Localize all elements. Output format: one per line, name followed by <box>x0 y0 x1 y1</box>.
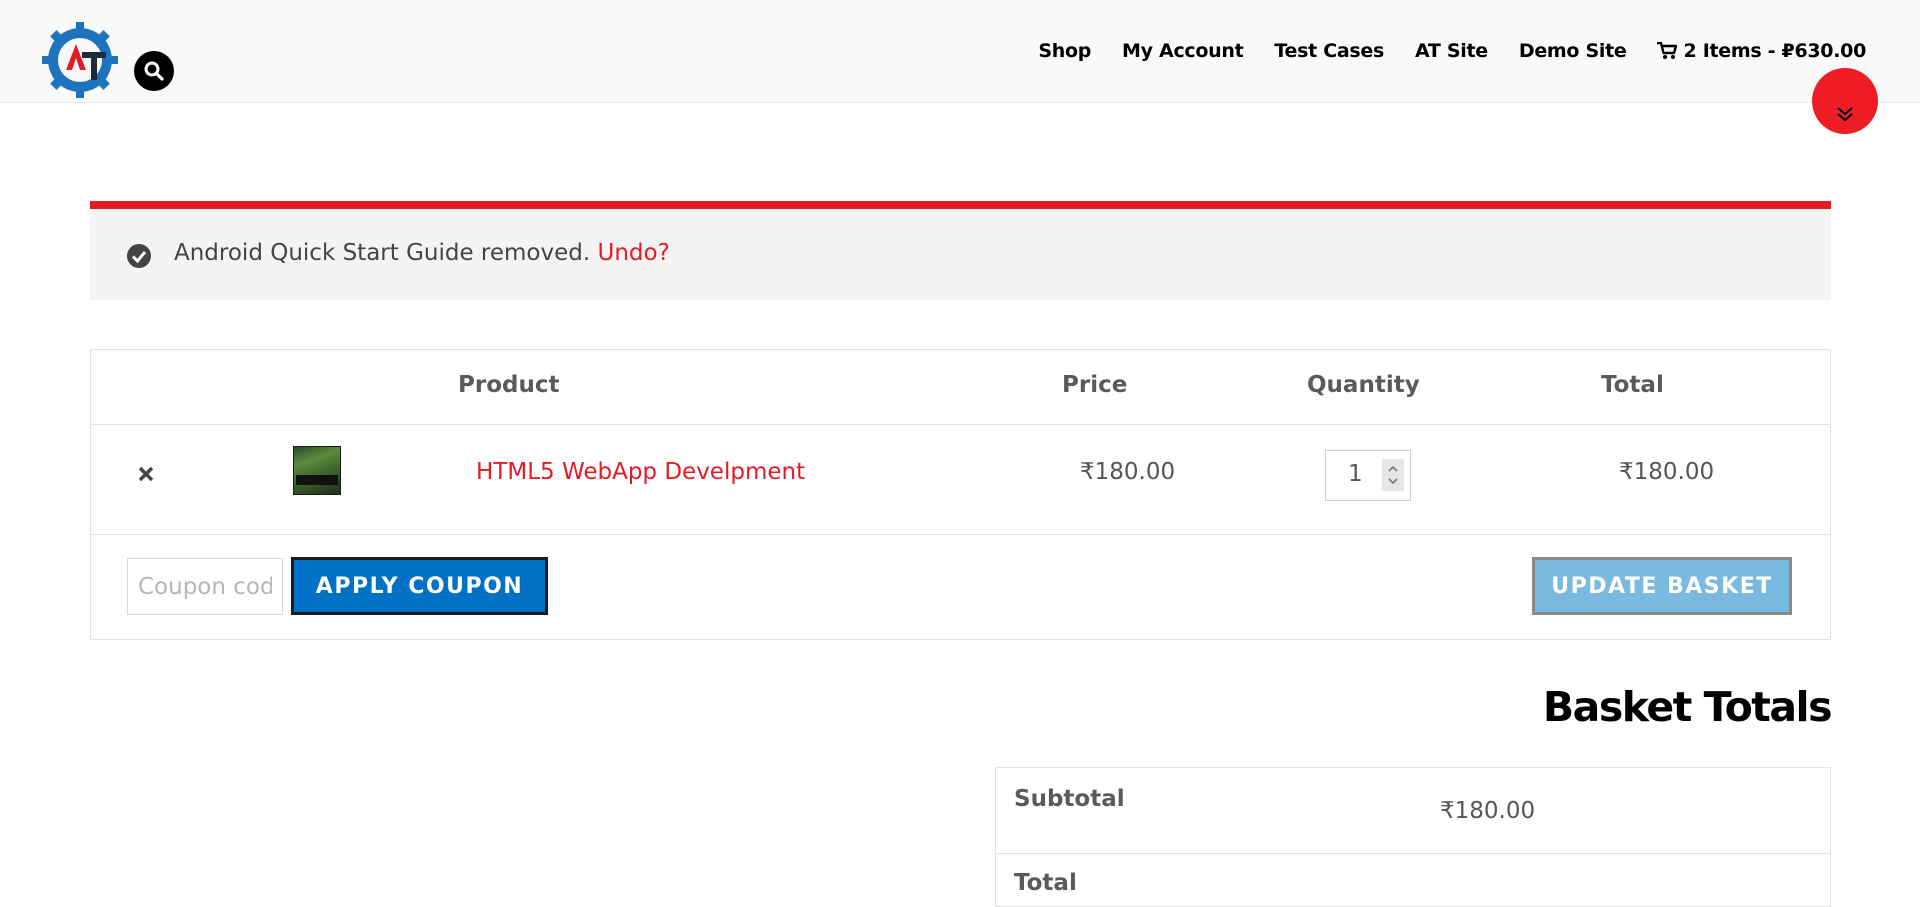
coupon-input[interactable] <box>127 558 283 615</box>
header-total: Total <box>1601 372 1664 398</box>
cart-actions-row: APPLY COUPON UPDATE BASKET <box>91 534 1830 641</box>
double-chevron-down-icon <box>1837 107 1853 122</box>
cart-summary: 2 Items - ₽630.00 <box>1683 40 1866 62</box>
update-basket-button[interactable]: UPDATE BASKET <box>1532 557 1792 615</box>
apply-coupon-button[interactable]: APPLY COUPON <box>291 557 548 615</box>
search-button[interactable] <box>134 51 174 91</box>
site-header: Shop My Account Test Cases AT Site Demo … <box>0 0 1920 103</box>
scroll-toggle-button[interactable] <box>1812 68 1878 134</box>
header-quantity: Quantity <box>1307 372 1420 398</box>
notice-text: Android Quick Start Guide removed. <box>174 240 591 266</box>
cart-item-row: HTML5 WebApp Develpment ₹180.00 1 ₹180.0… <box>91 424 1830 535</box>
main-nav: Shop My Account Test Cases AT Site Demo … <box>1038 40 1866 62</box>
nav-shop[interactable]: Shop <box>1038 40 1091 62</box>
item-price: ₹180.00 <box>1080 459 1176 485</box>
product-thumbnail[interactable] <box>293 446 341 495</box>
cart-table: Product Price Quantity Total HTML5 WebAp… <box>90 349 1831 640</box>
nav-test-cases[interactable]: Test Cases <box>1274 40 1384 62</box>
check-circle-icon <box>127 244 151 268</box>
subtotal-label: Subtotal <box>1014 786 1125 812</box>
removed-notice: Android Quick Start Guide removed. Undo? <box>90 201 1831 300</box>
nav-demo-site[interactable]: Demo Site <box>1519 40 1627 62</box>
search-icon <box>144 61 164 81</box>
cart-icon <box>1657 42 1678 59</box>
nav-at-site[interactable]: AT Site <box>1415 40 1488 62</box>
nav-my-account[interactable]: My Account <box>1122 40 1244 62</box>
header-product: Product <box>458 372 560 398</box>
header-price: Price <box>1062 372 1128 398</box>
nav-cart[interactable]: 2 Items - ₽630.00 <box>1657 40 1866 62</box>
item-total: ₹180.00 <box>1619 459 1715 485</box>
undo-link[interactable]: Undo? <box>598 240 670 266</box>
basket-totals-title: Basket Totals <box>1542 683 1833 731</box>
cart-header-row: Product Price Quantity Total <box>91 350 1830 425</box>
remove-item-icon[interactable] <box>135 463 157 485</box>
quantity-value: 1 <box>1348 461 1363 487</box>
subtotal-value: ₹180.00 <box>1440 798 1536 824</box>
quantity-stepper[interactable]: 1 <box>1325 450 1411 501</box>
product-link[interactable]: HTML5 WebApp Develpment <box>476 459 805 485</box>
logo-icon[interactable] <box>42 22 118 98</box>
subtotal-row: Subtotal ₹180.00 <box>996 768 1830 854</box>
spinner-arrows-icon[interactable] <box>1382 459 1404 491</box>
notice-message: Android Quick Start Guide removed. Undo? <box>174 240 670 266</box>
total-label: Total <box>1014 870 1077 896</box>
basket-totals-table: Subtotal ₹180.00 Total <box>995 767 1831 907</box>
